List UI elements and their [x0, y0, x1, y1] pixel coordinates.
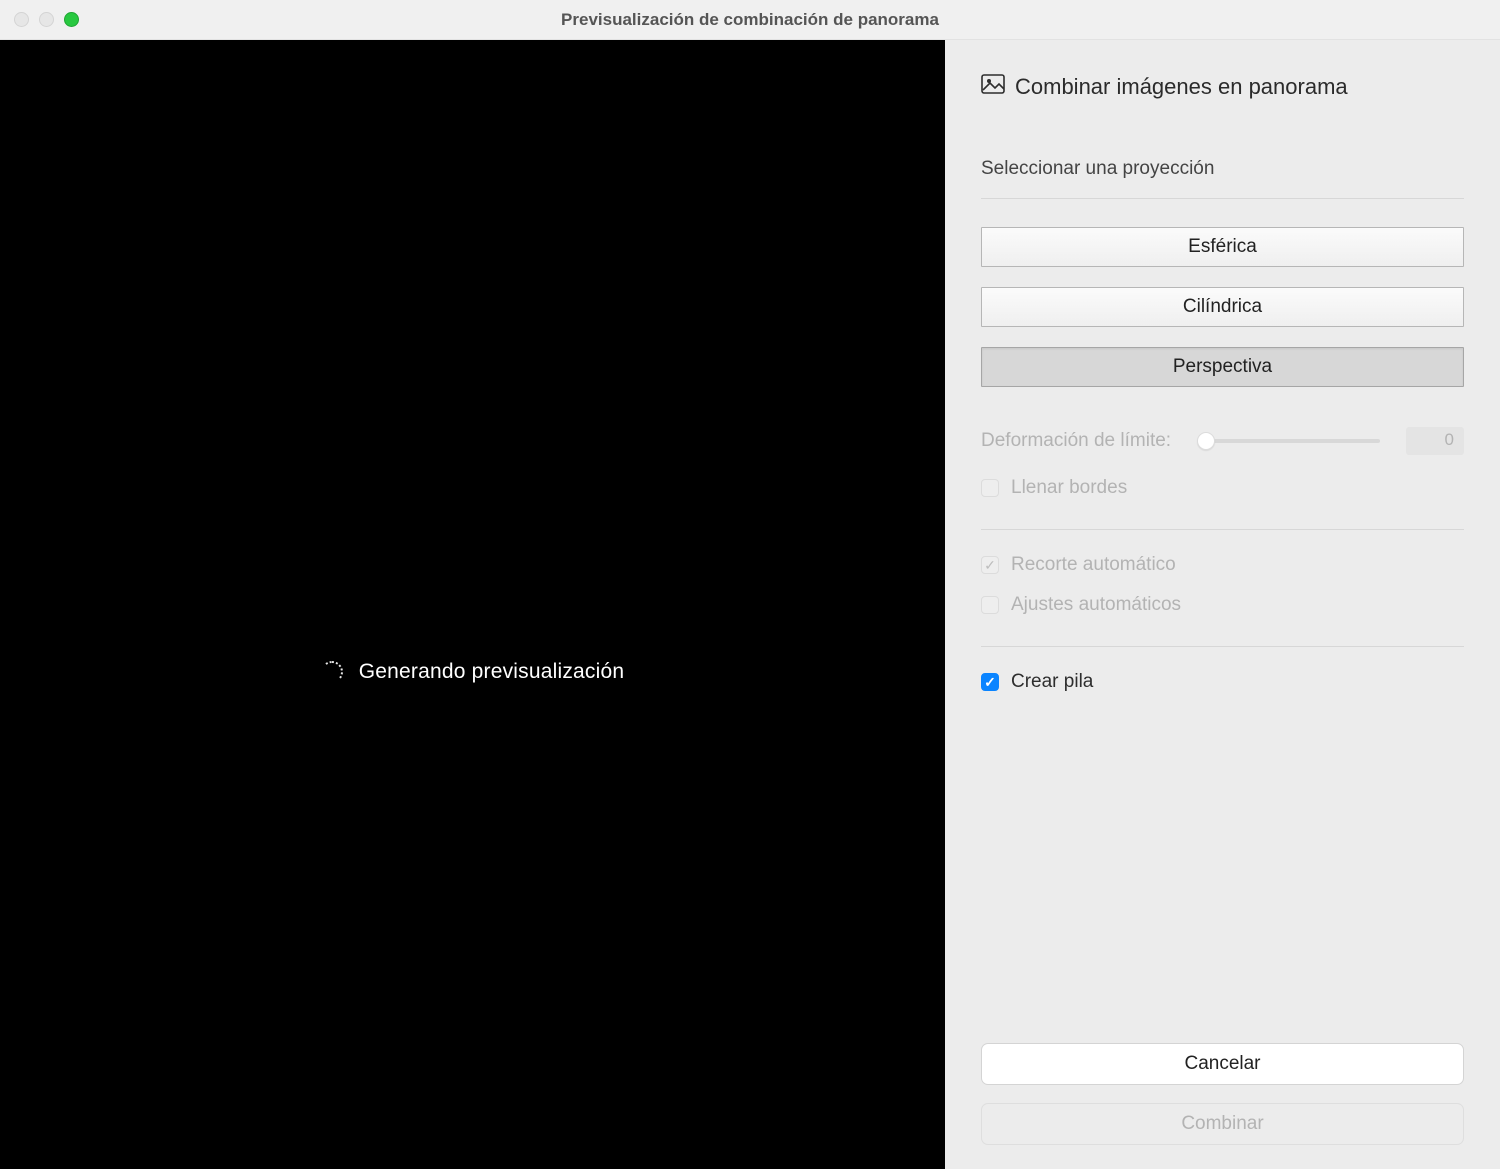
content-area: Generando previsualización Combinar imág… — [0, 40, 1500, 1169]
cancel-button[interactable]: Cancelar — [981, 1043, 1464, 1085]
fill-edges-checkbox — [981, 479, 999, 497]
panel-header-text: Combinar imágenes en panorama — [1015, 74, 1348, 100]
window-controls — [0, 12, 79, 27]
projection-buttons: Esférica Cilíndrica Perspectiva — [981, 227, 1464, 387]
create-stack-checkbox[interactable] — [981, 673, 999, 691]
fill-edges-label: Llenar bordes — [1011, 477, 1127, 499]
auto-settings-row: Ajustes automáticos — [981, 594, 1464, 616]
window-title: Previsualización de combinación de panor… — [0, 10, 1500, 30]
panorama-icon — [981, 74, 1005, 100]
boundary-warp-slider — [1197, 439, 1380, 443]
auto-crop-label: Recorte automático — [1011, 554, 1176, 576]
auto-settings-checkbox — [981, 596, 999, 614]
preview-status: Generando previsualización — [0, 660, 945, 684]
panel-header: Combinar imágenes en panorama — [981, 74, 1464, 100]
auto-settings-label: Ajustes automáticos — [1011, 594, 1181, 616]
zoom-window-button[interactable] — [64, 12, 79, 27]
boundary-warp-value: 0 — [1406, 427, 1464, 455]
divider-2 — [981, 646, 1464, 647]
create-stack-label: Crear pila — [1011, 671, 1093, 693]
projection-section-label: Seleccionar una proyección — [981, 158, 1464, 199]
fill-edges-row: Llenar bordes — [981, 477, 1464, 499]
merge-button: Combinar — [981, 1103, 1464, 1145]
projection-cylindrical-button[interactable]: Cilíndrica — [981, 287, 1464, 327]
projection-spherical-button[interactable]: Esférica — [981, 227, 1464, 267]
create-stack-row: Crear pila — [981, 671, 1464, 693]
spinner-icon — [321, 661, 343, 683]
auto-crop-row: Recorte automático — [981, 554, 1464, 576]
divider — [981, 529, 1464, 530]
side-panel: Combinar imágenes en panorama Selecciona… — [945, 40, 1500, 1169]
footer-buttons: Cancelar Combinar — [981, 1043, 1464, 1145]
titlebar: Previsualización de combinación de panor… — [0, 0, 1500, 40]
close-window-button[interactable] — [14, 12, 29, 27]
projection-perspective-button[interactable]: Perspectiva — [981, 347, 1464, 387]
preview-status-text: Generando previsualización — [359, 660, 625, 684]
boundary-warp-row: Deformación de límite: 0 — [981, 427, 1464, 455]
boundary-warp-slider-thumb — [1197, 432, 1215, 450]
boundary-warp-label: Deformación de límite: — [981, 430, 1171, 452]
preview-pane: Generando previsualización — [0, 40, 945, 1169]
minimize-window-button[interactable] — [39, 12, 54, 27]
auto-crop-checkbox — [981, 556, 999, 574]
